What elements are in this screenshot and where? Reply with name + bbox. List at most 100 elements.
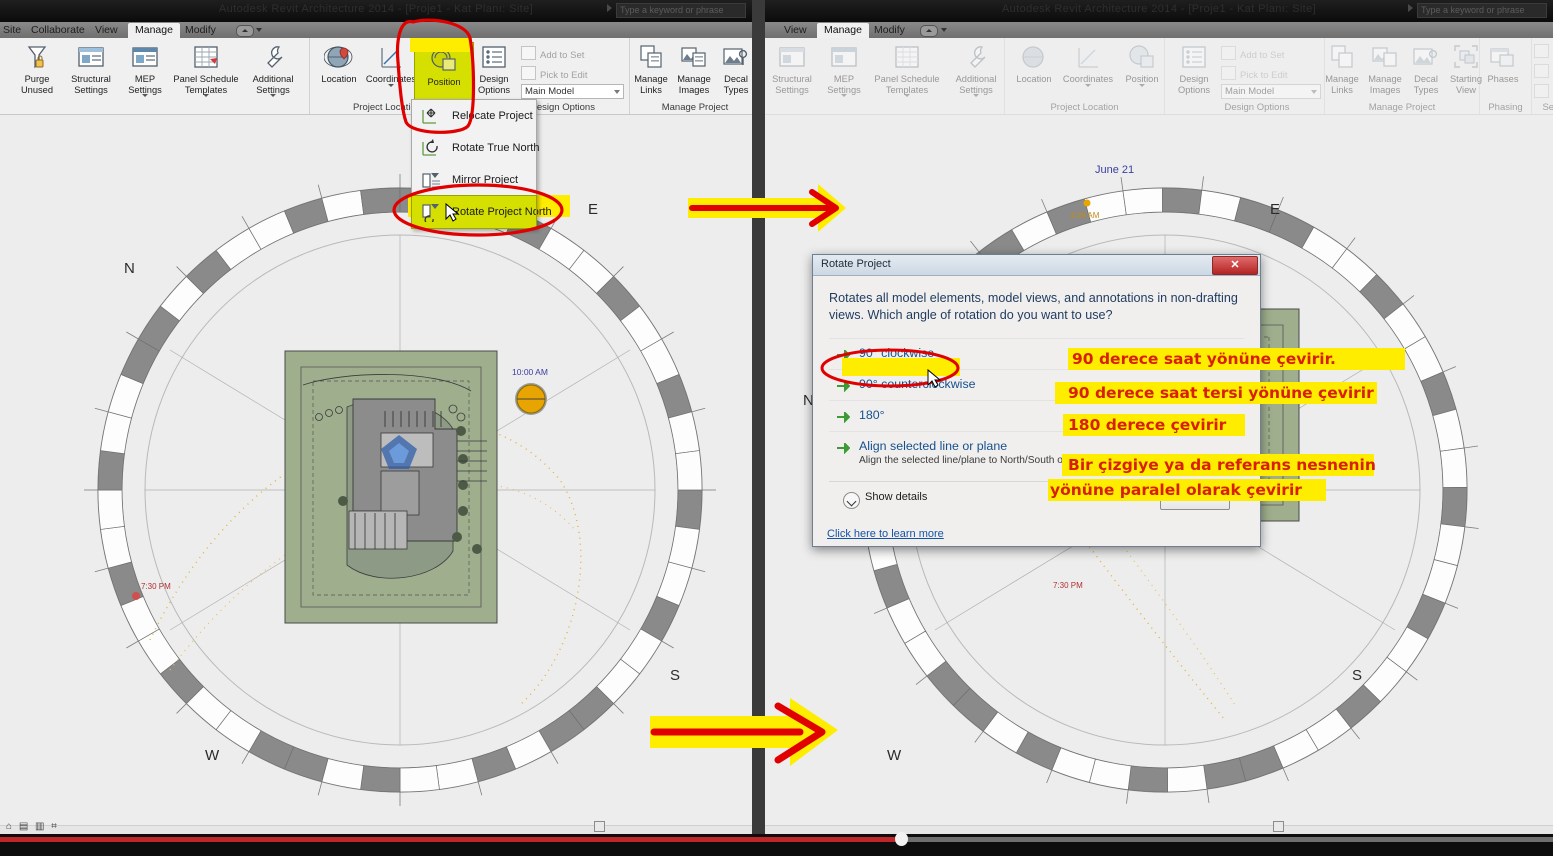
location-button-right[interactable]: Location [1005,42,1063,85]
coordinates-chevron-down-icon-right[interactable] [1085,83,1091,87]
purge-unused-icon [22,42,52,72]
position-chevron-down-icon-right[interactable] [1139,83,1145,87]
additional-settings-chevron-down-icon-right[interactable] [973,94,979,97]
manage-images-label-2-right: Images [1369,84,1401,95]
ribbon-panel-phasing-right: Phases Phasing [1480,38,1532,114]
status-toggle-right[interactable] [1273,821,1284,832]
video-scrubber-handle[interactable] [894,832,908,846]
coordinates-button-right[interactable]: Coordinates [1059,42,1117,87]
ribbon-panel-design-options-right: Design Options Add to Set Pick to Edit M… [1165,38,1325,114]
tab-manage-right[interactable]: Manage [817,23,869,38]
status-toggle-left[interactable] [594,821,605,832]
manage-images-button[interactable]: Manage Images [672,42,716,95]
purge-unused-button[interactable]: Purge Unused [8,42,66,95]
menu-item-rotate-project-north[interactable]: Rotate Project North [411,195,552,229]
tab-manage-left[interactable]: Manage [128,23,180,38]
manage-links-button-right[interactable]: Manage Links [1321,42,1363,95]
position-button-right[interactable]: Position [1113,42,1171,87]
add-to-set-label: Add to Set [540,50,585,61]
screenshot-root: Autodesk Revit Architecture 2014 - [Proj… [0,0,1553,856]
design-option-select-right[interactable]: Main Model [1221,84,1321,99]
learn-more-link[interactable]: Click here to learn more [827,528,944,540]
selection-load-button[interactable]: Load [1534,64,1553,79]
panel-schedule-chevron-down-icon[interactable] [203,94,209,97]
globe-icon-right [1019,42,1049,72]
search-arrow-icon-left [607,4,612,12]
ribbon-right: Structural Settings MEP Settings Panel S… [765,38,1553,115]
manage-images-label-1-right: Manage [1368,74,1402,84]
location-button[interactable]: Location [310,42,368,85]
dialog-title: Rotate Project [821,258,891,270]
manage-images-icon [679,42,709,72]
add-to-set-button-right[interactable]: Add to Set [1221,46,1284,61]
structural-settings-button[interactable]: Structural Settings [62,42,120,95]
chevron-down-icon-left[interactable] [256,28,262,32]
close-icon[interactable]: ✕ [1212,256,1258,275]
drawing-canvas-left[interactable]: N E S W 10:00 AM 7:30 PM [0,115,752,826]
dialog-question-line1: Rotates all model elements, model views,… [829,291,1238,305]
location-label-right: Location [1016,74,1052,84]
arrow-right-icon-2 [837,379,851,393]
decal-types-button[interactable]: Decal Types [716,42,752,95]
design-options-label-2-right: Options [1177,84,1211,95]
menu-item-mirror-project[interactable]: Mirror Project [412,164,536,196]
additional-settings-button[interactable]: Additional Settings [244,42,302,97]
mep-settings-chevron-down-icon-right[interactable] [841,94,847,97]
ribbon-panel-settings-left: Purge Unused Structural Settings MEP Set… [0,38,310,114]
manage-images-icon-right [1370,42,1400,72]
add-to-set-button[interactable]: Add to Set [521,46,584,61]
tab-modify-right[interactable]: Modify [867,23,912,38]
tab-collaborate-left[interactable]: Collaborate [24,23,92,38]
selection-save-button[interactable]: Save [1534,44,1553,59]
rotate-true-north-icon [420,138,442,158]
additional-settings-button-right[interactable]: Additional Settings [947,42,1005,97]
video-player-bar[interactable] [0,832,1553,856]
additional-settings-chevron-down-icon[interactable] [270,94,276,97]
svg-text:W: W [887,747,902,764]
annotation-1: 90 derece saat yönüne çevirir. [1072,350,1336,368]
ribbon-minimize-dropdown-right[interactable] [920,25,938,37]
structural-settings-label-2-right: Settings [775,84,809,95]
coordinates-chevron-down-icon[interactable] [388,83,394,87]
manage-links-label-1: Manage [634,74,668,84]
design-options-button[interactable]: Design Options [465,42,523,95]
quick-search-input-right[interactable]: Type a keyword or phrase [1417,3,1547,18]
pick-to-edit-button[interactable]: Pick to Edit [521,66,588,81]
panel-schedule-templates-button-right[interactable]: Panel Schedule Templates [865,42,949,97]
manage-images-button-right[interactable]: Manage Images [1363,42,1407,95]
quick-search-input-left[interactable]: Type a keyword or phrase [616,3,746,18]
mep-settings-chevron-down-icon[interactable] [142,94,148,97]
svg-text:E: E [588,201,598,218]
tab-view-right[interactable]: View [777,23,814,38]
ribbon-minimize-dropdown-left[interactable] [236,25,254,37]
chevron-down-icon-right[interactable] [941,28,947,32]
decal-types-icon [721,42,751,72]
panel-schedule-templates-button[interactable]: Panel Schedule Templates [166,42,246,97]
manage-links-button[interactable]: Manage Links [630,42,672,95]
menu-item-relocate-project[interactable]: Relocate Project [412,100,536,132]
pick-to-edit-label: Pick to Edit [540,70,588,81]
svg-text:7:30 PM: 7:30 PM [141,582,171,591]
show-details-toggle[interactable]: Show details [843,491,927,509]
menu-item-rotate-true-north[interactable]: Rotate True North [412,132,539,164]
design-options-button-right[interactable]: Design Options [1165,42,1223,95]
pick-to-edit-button-right[interactable]: Pick to Edit [1221,66,1288,81]
add-to-set-icon [521,46,536,60]
status-bar-icons-left[interactable]: ⌂ ▤ ▥ ⌗ [6,821,59,832]
decal-types-button-right[interactable]: Decal Types [1407,42,1445,95]
decal-types-icon-right [1411,42,1441,72]
tab-view-left[interactable]: View [88,23,125,38]
structural-settings-label-1: Structural [71,74,111,84]
panel-schedule-chevron-down-icon-right[interactable] [904,94,910,97]
selection-edit-button[interactable]: Edit [1534,84,1553,99]
structural-settings-button-right[interactable]: Structural Settings [765,42,821,95]
rotate-project-north-icon [420,202,442,225]
svg-text:7:30 PM: 7:30 PM [1053,581,1083,590]
panel-schedule-templates-icon-right [892,42,922,72]
annotation-4: Bir çizgiye ya da referans nesnenin [1068,456,1376,474]
phases-button[interactable]: Phases [1477,42,1529,85]
manage-links-label-2-right: Links [1331,84,1353,95]
title-bar-right: Autodesk Revit Architecture 2014 - [Proj… [765,0,1553,22]
design-option-select[interactable]: Main Model [521,84,624,99]
tab-modify-left[interactable]: Modify [178,23,223,38]
